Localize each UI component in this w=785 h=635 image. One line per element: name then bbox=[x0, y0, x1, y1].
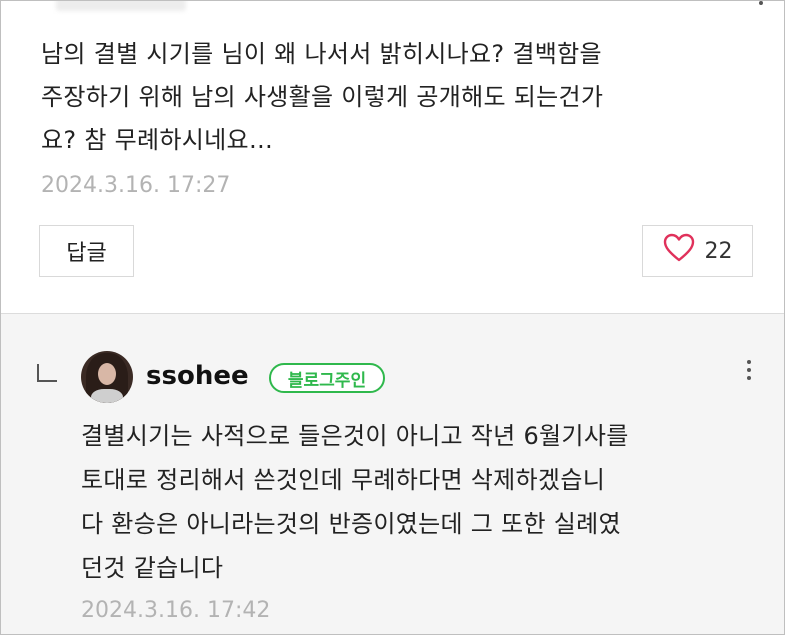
like-count: 22 bbox=[704, 238, 733, 264]
more-options-icon[interactable] bbox=[758, 1, 764, 7]
comment-line: 주장하기 위해 남의 사생활을 이렇게 공개해도 되는건가 bbox=[41, 83, 604, 111]
blog-owner-badge: 블로그주인 bbox=[269, 363, 385, 393]
comment: 남의 결별 시기를 님이 왜 나서서 밝히시나요? 결백함을 주장하기 위해 남… bbox=[1, 1, 784, 313]
like-button[interactable]: 22 bbox=[642, 225, 753, 277]
heart-icon bbox=[663, 233, 695, 269]
comment-line: 남의 결별 시기를 님이 왜 나서서 밝히시나요? 결백함을 bbox=[41, 40, 602, 68]
reply-button[interactable]: 답글 bbox=[39, 225, 134, 277]
reply-line: 토대로 정리해서 쓴것인데 무례하다면 삭제하겠습니 bbox=[81, 466, 606, 494]
comment-line: 요? 참 무례하시네요… bbox=[41, 126, 274, 154]
owner-reply: ssohee 블로그주인 결별시기는 사적으로 들은것이 아니고 작년 6월기사… bbox=[1, 314, 784, 634]
avatar[interactable] bbox=[81, 351, 133, 403]
reply-line: 다 환승은 아니라는것의 반증이였는데 그 또한 실례였 bbox=[81, 510, 621, 538]
faded-previous-content bbox=[56, 1, 186, 11]
reply-line: 결별시기는 사적으로 들은것이 아니고 작년 6월기사를 bbox=[81, 422, 629, 450]
reply-arrow-icon bbox=[35, 362, 59, 384]
comment-body: 남의 결별 시기를 님이 왜 나서서 밝히시나요? 결백함을 주장하기 위해 남… bbox=[41, 33, 761, 162]
more-options-icon[interactable] bbox=[746, 360, 752, 390]
reply-username[interactable]: ssohee bbox=[146, 361, 249, 391]
reply-date: 2024.3.16. 17:42 bbox=[81, 598, 271, 623]
reply-line: 던것 같습니다 bbox=[81, 554, 224, 582]
comment-thread: 남의 결별 시기를 님이 왜 나서서 밝히시나요? 결백함을 주장하기 위해 남… bbox=[0, 0, 785, 635]
reply-body: 결별시기는 사적으로 들은것이 아니고 작년 6월기사를 토대로 정리해서 쓴것… bbox=[81, 414, 761, 590]
comment-date: 2024.3.16. 17:27 bbox=[41, 173, 231, 198]
